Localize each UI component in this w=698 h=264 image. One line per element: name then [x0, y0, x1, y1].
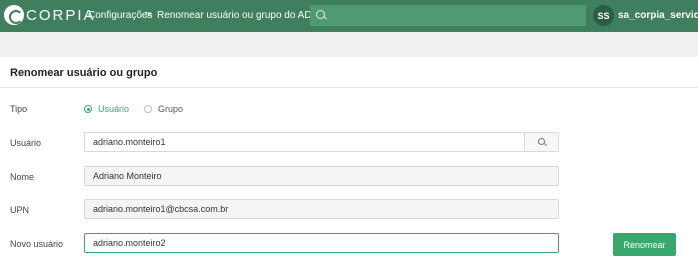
usuario-input[interactable]: adriano.monteiro1 — [84, 132, 559, 152]
nome-label: Nome — [10, 172, 35, 182]
search-icon — [538, 138, 545, 145]
nome-value: Adriano Monteiro — [93, 171, 162, 181]
breadcrumb-parent[interactable]: Configurações — [88, 10, 152, 21]
nome-field: Adriano Monteiro — [84, 166, 559, 186]
radio-usuario[interactable]: Usuário — [84, 104, 129, 114]
breadcrumb-current: Renomear usuário ou grupo do AD — [157, 10, 312, 21]
usuario-label: Usuário — [10, 138, 42, 148]
breadcrumb-separator: > — [145, 9, 152, 21]
novo-usuario-value: adriano.monteiro2 — [93, 238, 166, 248]
form-title: Renomear usuário ou grupo — [10, 67, 158, 79]
search-icon — [316, 10, 325, 19]
novo-usuario-label: Novo usuário — [10, 239, 64, 249]
corpia-logo[interactable]: CORPIA — [4, 5, 96, 25]
usuario-value: adriano.monteiro1 — [93, 137, 166, 147]
radio-grupo-label: Grupo — [158, 104, 184, 114]
logo-text: CORPIA — [26, 6, 96, 24]
radio-grupo[interactable]: Grupo — [144, 104, 183, 114]
global-search-input[interactable] — [310, 5, 586, 26]
novo-usuario-input[interactable]: adriano.monteiro2 — [84, 233, 559, 253]
user-name[interactable]: sa_corpia_services — [618, 10, 698, 21]
rename-form-card: Renomear usuário ou grupo Tipo Usuário G… — [0, 57, 698, 264]
upn-label: UPN — [10, 205, 30, 215]
top-bar: CORPIA Configurações > Renomear usuário … — [0, 0, 698, 32]
tipo-label: Tipo — [10, 104, 28, 114]
upn-value: adriano.monteiro1@cbcsa.com.br — [93, 204, 229, 214]
upn-field: adriano.monteiro1@cbcsa.com.br — [84, 199, 559, 219]
renomear-button[interactable]: Renomear — [613, 233, 676, 256]
usuario-search-button[interactable] — [524, 133, 558, 151]
corpia-logo-icon — [4, 5, 24, 25]
radio-unchecked-icon — [144, 105, 152, 113]
radio-checked-icon — [84, 105, 92, 113]
card-divider — [0, 87, 698, 88]
radio-usuario-label: Usuário — [98, 104, 130, 114]
user-avatar[interactable]: SS — [593, 5, 614, 26]
